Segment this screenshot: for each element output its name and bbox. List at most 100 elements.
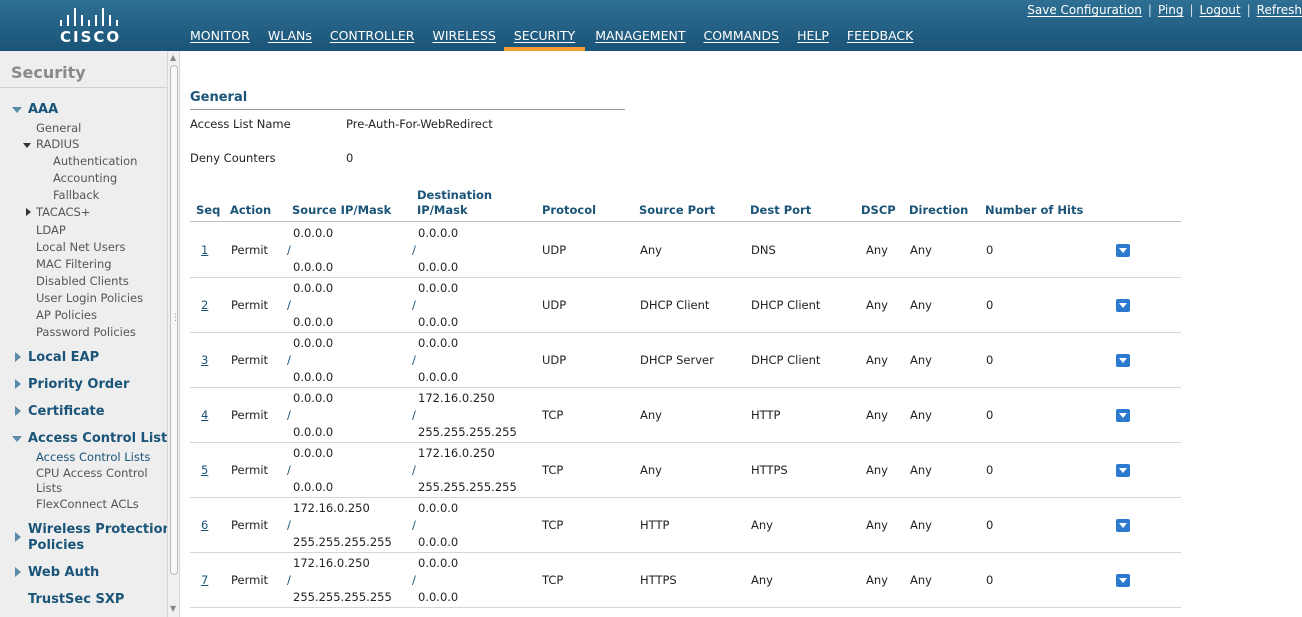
rule-hits: 0 [986,243,994,257]
collapsed-arrow-icon[interactable] [15,532,21,542]
sidebar-item-radius[interactable]: RADIUS [36,137,79,151]
nav-wireless[interactable]: WIRELESS [432,28,503,51]
rule-source-mask: 0.0.0.0 [293,425,334,439]
rule-dscp: Any [866,408,888,422]
rule-action: Permit [231,463,269,477]
collapsed-arrow-icon[interactable] [15,406,21,416]
sidebar-item-acl-active[interactable]: Access Control Lists [36,450,150,464]
sidebar-item-general[interactable]: General [36,121,81,135]
rule-source-port: HTTPS [640,573,677,587]
save-configuration-link[interactable]: Save Configuration [1027,3,1142,17]
sidebar-item-aaa[interactable]: AAA [28,102,58,117]
nav-controller[interactable]: CONTROLLER [330,28,423,51]
sidebar-scrollbar[interactable]: ▲ ⋮ ▼ [167,51,180,617]
logout-link[interactable]: Logout [1200,3,1241,17]
nav-management[interactable]: MANAGEMENT [595,28,693,51]
expanded-arrow-icon[interactable] [12,436,22,442]
rule-source-slash: / [287,518,291,532]
sidebar-item-priority-order[interactable]: Priority Order [28,377,129,392]
collapsed-arrow-icon[interactable] [15,352,21,362]
expanded-arrow-icon[interactable] [23,143,31,148]
rule-seq-link[interactable]: 7 [199,573,212,587]
nav-commands[interactable]: COMMANDS [703,28,787,51]
sidebar-item-fallback[interactable]: Fallback [53,188,99,202]
rule-dest-port: DHCP Client [751,353,821,367]
sidebar-item-local-net-users[interactable]: Local Net Users [36,240,126,254]
collapsed-arrow-icon[interactable] [15,379,21,389]
rule-dscp: Any [866,353,888,367]
row-actions-dropdown-icon[interactable] [1116,574,1130,587]
rule-seq-link[interactable]: 3 [199,353,212,367]
rule-dest-mask: 0.0.0.0 [418,535,459,549]
rule-action: Permit [231,298,269,312]
sidebar-item-access-control-lists[interactable]: Access Control Lists [28,431,175,446]
nav-feedback[interactable]: FEEDBACK [847,28,921,51]
sidebar-item-cpu-acl-cont[interactable]: Lists [36,481,62,495]
header-divider [190,221,1181,222]
rule-dest-mask: 0.0.0.0 [418,370,459,384]
rule-direction: Any [910,463,932,477]
sidebar-item-user-login-policies[interactable]: User Login Policies [36,291,143,305]
rule-dscp: Any [866,243,888,257]
nav-monitor[interactable]: MONITOR [190,28,258,51]
nav-wlans[interactable]: WLANs [268,28,320,51]
rule-action: Permit [231,353,269,367]
rule-protocol: TCP [542,408,564,422]
sidebar-item-password-policies[interactable]: Password Policies [36,325,136,339]
rule-seq-link[interactable]: 2 [199,298,212,312]
sidebar-item-tacacs[interactable]: TACACS+ [36,205,90,219]
sidebar-item-disabled-clients[interactable]: Disabled Clients [36,274,129,288]
rule-hits: 0 [986,518,994,532]
rule-source-port: DHCP Server [640,353,714,367]
sidebar-item-certificate[interactable]: Certificate [28,404,105,419]
rule-hits: 0 [986,353,994,367]
rule-dscp: Any [866,463,888,477]
sidebar-item-ap-policies[interactable]: AP Policies [36,308,97,322]
row-actions-dropdown-icon[interactable] [1116,409,1130,422]
sidebar-title: Security [11,63,86,82]
sidebar-item-authentication[interactable]: Authentication [53,154,137,168]
sidebar-item-accounting[interactable]: Accounting [53,171,117,185]
nav-security[interactable]: SECURITY [503,28,586,51]
scroll-down-icon[interactable]: ▼ [170,604,176,613]
row-actions-dropdown-icon[interactable] [1116,464,1130,477]
refresh-link[interactable]: Refresh [1257,3,1302,17]
sidebar-item-cpu-acl[interactable]: CPU Access Control [36,466,148,480]
row-actions-dropdown-icon[interactable] [1116,299,1130,312]
sidebar-item-trustsec-sxp[interactable]: TrustSec SXP [28,592,124,607]
row-divider [190,277,1181,278]
sidebar-item-ldap[interactable]: LDAP [36,223,66,237]
rule-seq-link[interactable]: 5 [199,463,212,477]
collapsed-arrow-icon[interactable] [26,208,31,216]
rule-dest-slash: / [412,243,416,257]
rule-dest-ip: 172.16.0.250 [418,446,495,460]
row-actions-dropdown-icon[interactable] [1116,354,1130,367]
rule-seq-link[interactable]: 6 [199,518,212,532]
rule-seq-link[interactable]: 4 [199,408,212,422]
sidebar-item-web-auth[interactable]: Web Auth [28,565,99,580]
col-direction: Direction [909,203,969,217]
rule-hits: 0 [986,298,994,312]
resize-grip-icon[interactable]: ⋮ [171,313,180,323]
rule-seq-link[interactable]: 1 [199,243,212,257]
sidebar-item-flexconnect-acls[interactable]: FlexConnect ACLs [36,497,139,511]
row-actions-dropdown-icon[interactable] [1116,519,1130,532]
sidebar-item-local-eap[interactable]: Local EAP [28,350,99,365]
rule-hits: 0 [986,408,994,422]
collapsed-arrow-icon[interactable] [15,567,21,577]
sidebar-item-wireless-protection[interactable]: Wireless Protection [28,522,172,537]
deny-counters-label: Deny Counters [190,151,276,165]
sidebar-item-mac-filtering[interactable]: MAC Filtering [36,257,112,271]
nav-help[interactable]: HELP [797,28,837,51]
rule-dest-mask: 255.255.255.255 [418,480,517,494]
rule-source-mask: 0.0.0.0 [293,370,334,384]
row-actions-dropdown-icon[interactable] [1116,244,1130,257]
rule-direction: Any [910,518,932,532]
col-destination-ip-mask: IP/Mask [417,203,468,217]
row-divider [190,387,1181,388]
scroll-up-icon[interactable]: ▲ [170,53,176,62]
sidebar-divider [0,87,167,88]
ping-link[interactable]: Ping [1158,3,1184,17]
sidebar-item-wireless-protection-cont[interactable]: Policies [28,538,84,553]
expanded-arrow-icon[interactable] [12,107,22,113]
